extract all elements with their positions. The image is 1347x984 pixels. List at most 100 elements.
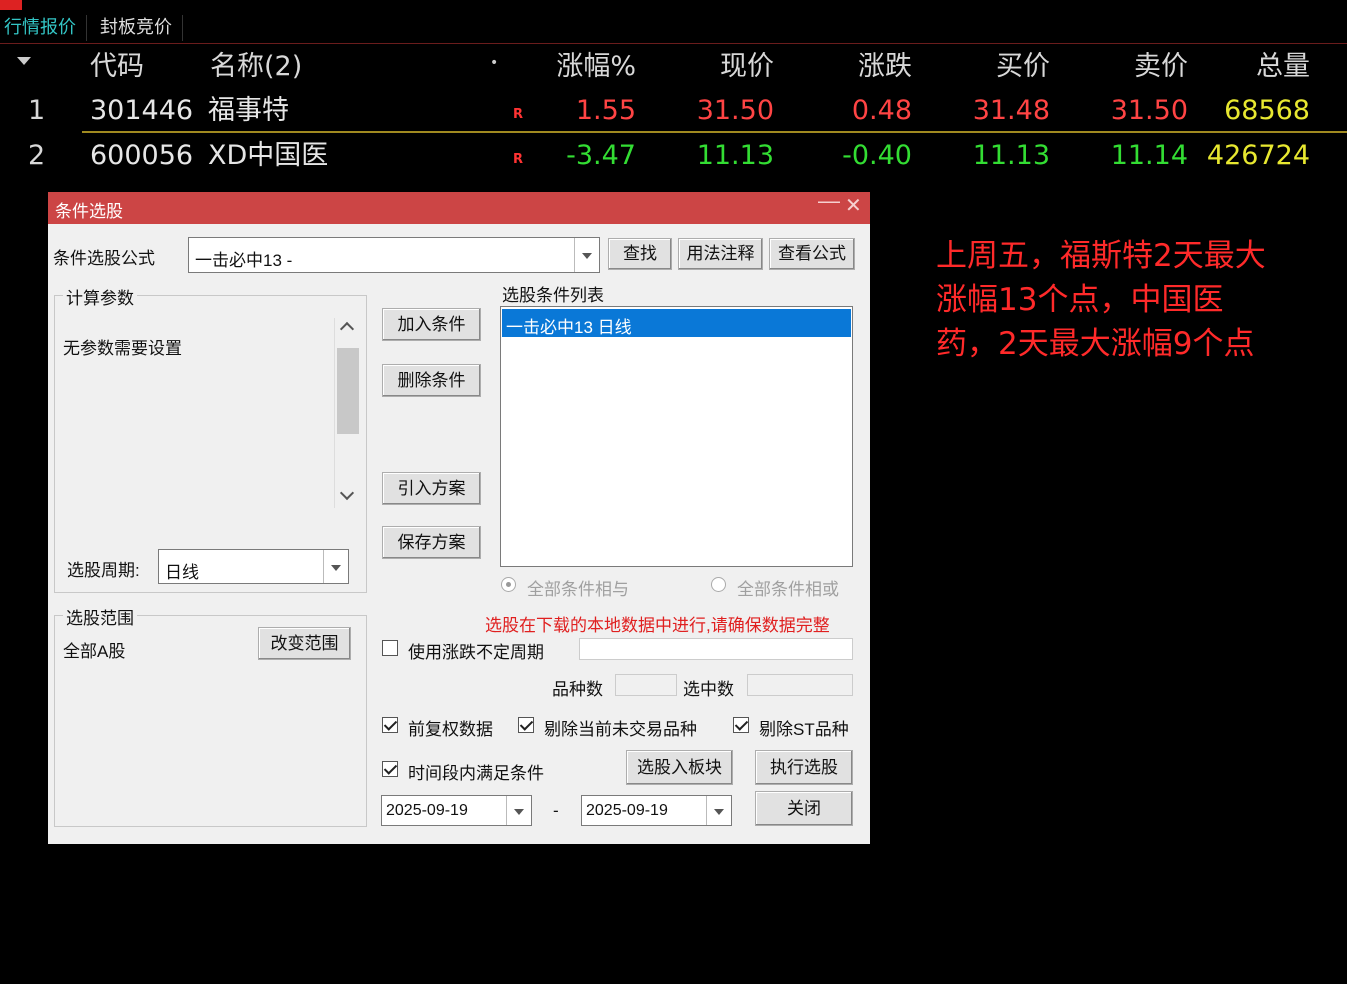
range-group-title: 选股范围 xyxy=(63,604,137,629)
annotation-text: 上周五，福斯特2天最大涨幅13个点，中国医药，2天最大涨幅9个点 xyxy=(936,238,1266,362)
minimize-icon[interactable]: — xyxy=(818,188,840,214)
col-change-pct[interactable]: 涨幅% xyxy=(520,45,636,89)
formula-combo[interactable]: 一击必中13 - xyxy=(188,237,600,273)
chevron-up-icon[interactable] xyxy=(339,321,355,337)
import-scheme-button[interactable]: 引入方案 xyxy=(382,472,481,505)
range-value: 全部A股 xyxy=(63,642,126,661)
selected-count-value xyxy=(747,674,853,696)
chevron-down-icon[interactable] xyxy=(323,550,348,583)
price: 11.13 xyxy=(696,140,774,171)
table-header: 代码 名称(2) • 涨幅% 现价 涨跌 买价 卖价 总量 xyxy=(0,45,1347,89)
period-label: 选股周期: xyxy=(67,561,140,580)
chevron-down-icon[interactable] xyxy=(506,796,531,825)
table-row[interactable]: 2 600056 XD中国医 R -3.47 11.13 -0.40 11.13… xyxy=(0,134,1347,178)
add-condition-button[interactable]: 加入条件 xyxy=(382,308,481,341)
delete-condition-button[interactable]: 删除条件 xyxy=(382,364,481,397)
col-price[interactable]: 现价 xyxy=(660,45,774,89)
execute-button[interactable]: 执行选股 xyxy=(755,750,853,785)
dialog-title: 条件选股 xyxy=(55,202,123,221)
condition-stock-picker-dialog: 条件选股 — ✕ 条件选股公式 一击必中13 - 查找 用法注释 查看公式 计算… xyxy=(48,188,870,844)
date-from-value: 2025-09-19 xyxy=(386,802,468,819)
stock-name: 福事特 xyxy=(208,95,289,126)
col-change[interactable]: 涨跌 xyxy=(800,45,912,89)
count-label: 品种数 xyxy=(552,680,603,699)
chevron-down-icon[interactable] xyxy=(339,485,355,501)
row-index: 1 xyxy=(28,95,46,126)
count-value xyxy=(615,674,677,696)
forward-adjust-checkbox[interactable] xyxy=(382,717,398,733)
close-icon[interactable]: ✕ xyxy=(845,193,862,218)
radio-and[interactable] xyxy=(501,577,516,592)
bid-price: 11.13 xyxy=(972,140,1050,171)
selected-row-underline xyxy=(82,131,1347,133)
tab-bar: 行情报价 封板竞价 xyxy=(0,13,1347,44)
view-formula-button[interactable]: 查看公式 xyxy=(769,238,855,270)
change-pct: 1.55 xyxy=(575,95,636,126)
row-index: 2 xyxy=(28,140,46,171)
params-group: 计算参数 无参数需要设置 选股周期: 日线 xyxy=(54,284,367,593)
table-row[interactable]: 1 301446 福事特 R 1.55 31.50 0.48 31.48 31.… xyxy=(0,89,1347,133)
find-button[interactable]: 查找 xyxy=(608,238,672,270)
condition-text: 一击必中13 日线 xyxy=(506,318,632,337)
price: 31.50 xyxy=(696,95,774,126)
volume: 68568 xyxy=(1224,95,1310,126)
variable-period-checkbox[interactable] xyxy=(382,640,398,656)
variable-period-label[interactable]: 使用涨跌不定周期 xyxy=(408,638,544,663)
condition-list[interactable]: 一击必中13 日线 xyxy=(500,306,853,567)
col-volume[interactable]: 总量 xyxy=(1200,45,1310,89)
exclude-st-label[interactable]: 剔除ST品种 xyxy=(759,715,849,740)
save-scheme-button[interactable]: 保存方案 xyxy=(382,526,481,559)
col-ask[interactable]: 卖价 xyxy=(1080,45,1188,89)
variable-period-input[interactable] xyxy=(579,638,853,660)
volume: 426724 xyxy=(1206,140,1310,171)
date-to-value: 2025-09-19 xyxy=(586,802,668,819)
col-bid[interactable]: 买价 xyxy=(940,45,1050,89)
stock-code: 301446 xyxy=(90,95,194,126)
period-combo[interactable]: 日线 xyxy=(158,549,349,584)
params-scrollbar[interactable] xyxy=(334,318,361,508)
period-value: 日线 xyxy=(165,563,199,582)
col-code[interactable]: 代码 xyxy=(90,45,144,89)
exclude-untraded-checkbox[interactable] xyxy=(518,717,534,733)
tab-limit-auction[interactable]: 封板竞价 xyxy=(88,15,183,41)
radio-or[interactable] xyxy=(711,577,726,592)
stock-name: XD中国医 xyxy=(208,140,329,171)
params-text: 无参数需要设置 xyxy=(63,339,182,358)
exclude-st-checkbox[interactable] xyxy=(733,717,749,733)
time-range-label[interactable]: 时间段内满足条件 xyxy=(408,759,544,784)
change: 0.48 xyxy=(851,95,912,126)
add-to-block-button[interactable]: 选股入板块 xyxy=(626,750,733,785)
data-warning: 选股在下载的本地数据中进行,请确保数据完整 xyxy=(485,616,830,635)
radio-or-label[interactable]: 全部条件相或 xyxy=(737,575,839,600)
close-button[interactable]: 关闭 xyxy=(755,791,853,826)
bid-price: 31.48 xyxy=(972,95,1050,126)
col-name[interactable]: 名称(2) xyxy=(210,45,302,89)
time-range-checkbox[interactable] xyxy=(382,761,398,777)
exclude-untraded-label[interactable]: 剔除当前未交易品种 xyxy=(544,715,697,740)
app-logo-icon xyxy=(0,0,22,10)
sort-menu-icon[interactable] xyxy=(17,57,31,65)
radio-and-label[interactable]: 全部条件相与 xyxy=(527,575,629,600)
chevron-down-icon[interactable] xyxy=(706,796,731,825)
forward-adjust-label[interactable]: 前复权数据 xyxy=(408,715,493,740)
date-to-picker[interactable]: 2025-09-19 xyxy=(581,795,732,826)
range-group: 选股范围 全部A股 改变范围 xyxy=(54,604,367,827)
change-pct: -3.47 xyxy=(566,140,636,171)
tab-quotes[interactable]: 行情报价 xyxy=(0,15,87,41)
col-dot: • xyxy=(490,55,499,71)
date-from-picker[interactable]: 2025-09-19 xyxy=(381,795,532,826)
usage-notes-button[interactable]: 用法注释 xyxy=(678,238,763,270)
selected-count-label: 选中数 xyxy=(683,680,734,699)
dialog-title-bar[interactable]: 条件选股 — ✕ xyxy=(48,188,870,224)
ask-price: 11.14 xyxy=(1110,140,1188,171)
formula-value: 一击必中13 - xyxy=(195,251,293,270)
change-range-button[interactable]: 改变范围 xyxy=(258,627,351,660)
change: -0.40 xyxy=(842,140,912,171)
list-item[interactable]: 一击必中13 日线 xyxy=(502,309,851,337)
stock-code: 600056 xyxy=(90,140,194,171)
top-menu-bar xyxy=(0,0,1347,12)
date-separator: - xyxy=(553,801,559,820)
chevron-down-icon[interactable] xyxy=(574,238,599,272)
scrollbar-thumb[interactable] xyxy=(337,348,359,434)
formula-label: 条件选股公式 xyxy=(53,249,155,268)
